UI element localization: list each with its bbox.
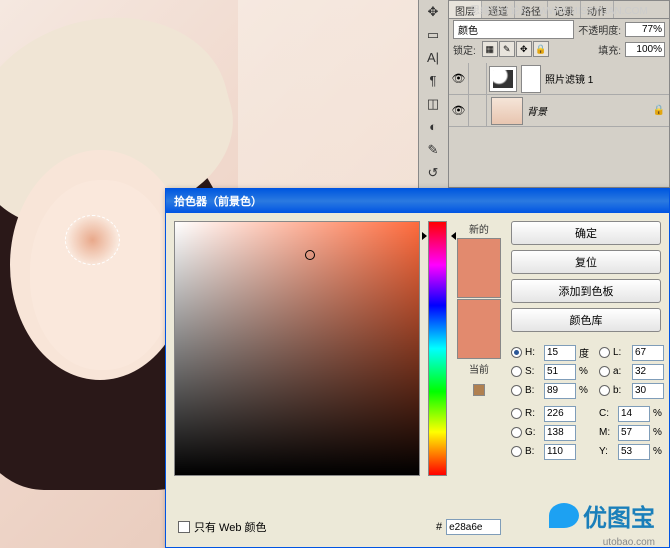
swatch-current[interactable] [457,299,501,359]
add-swatch-button[interactable]: 添加到色板 [511,279,661,303]
mask-thumb[interactable] [521,65,541,93]
radio-b[interactable] [511,385,522,396]
l-input[interactable] [632,345,664,361]
lock-icon: 🔒 [653,105,665,116]
tool-paragraph-icon[interactable]: ¶ [419,69,447,92]
watermark-text: 思缘设计论坛 · WWW.MISSYUAN.COM [470,2,648,17]
tools-strip: ✥ ▭ A| ¶ ◫ ◐ ✎ ↺ [418,0,448,188]
layers-panel: 图层 通道 路径 记录 动作 颜色 不透明度: 77% 锁定: ▦ ✎ ✥ 🔒 … [448,0,670,188]
sv-field[interactable] [174,221,420,476]
link-cell[interactable] [469,95,487,127]
logo-subdomain: utobao.com [603,537,655,548]
hex-input[interactable] [446,519,501,535]
fill-label: 填充: [598,42,621,57]
blend-mode-select[interactable]: 颜色 [453,20,574,39]
visibility-icon[interactable]: 👁 [449,95,469,127]
layer-name[interactable]: 照片滤镜 1 [545,71,669,86]
selection-marquee[interactable] [65,215,120,265]
radio-l[interactable] [599,347,610,358]
radio-s[interactable] [511,366,522,377]
lock-transparency-icon[interactable]: ▦ [482,41,498,57]
photo-face [30,180,175,370]
b-input[interactable] [544,383,576,399]
sv-cursor[interactable] [305,250,315,260]
new-label: 新的 [469,221,489,236]
adjustment-thumb[interactable] [489,66,517,92]
logo-text: 优图宝 [583,498,655,533]
web-only-label: 只有 Web 颜色 [194,519,267,535]
radio-g[interactable] [511,427,522,438]
tool-frame-icon[interactable]: ▭ [419,23,447,46]
y-input[interactable] [618,444,650,460]
radio-lab-b[interactable] [599,385,610,396]
layer-row[interactable]: 👁 照片滤镜 1 [449,63,669,95]
tool-history-icon[interactable]: ↺ [419,161,447,184]
websafe-cube-icon[interactable] [473,384,485,396]
site-logo: 优图宝 [549,498,655,533]
web-only-checkbox-row[interactable]: 只有 Web 颜色 [178,519,267,535]
web-only-checkbox[interactable] [178,521,190,533]
radio-bb[interactable] [511,446,522,457]
opacity-label: 不透明度: [578,22,621,37]
lock-label: 锁定: [453,42,476,57]
visibility-icon[interactable]: 👁 [449,63,469,95]
bb-input[interactable] [544,444,576,460]
link-cell[interactable] [469,63,487,95]
layer-name[interactable]: 背景 [527,103,653,118]
layer-row[interactable]: 👁 背景 🔒 [449,95,669,127]
m-input[interactable] [618,425,650,441]
hue-slider[interactable] [428,221,447,476]
g-input[interactable] [544,425,576,441]
a-input[interactable] [632,364,664,380]
current-label: 当前 [469,361,489,376]
hue-cursor[interactable] [424,232,454,238]
lab-b-input[interactable] [632,383,664,399]
tool-channels-icon[interactable]: ◐ [419,115,447,138]
lock-position-icon[interactable]: ✥ [516,41,532,57]
color-picker-dialog: 拾色器（前景色） 新的 当前 确定 复位 添加到色板 颜色库 H:度 S:% B… [165,188,670,548]
hex-hash: # [436,521,442,533]
tool-cursor-icon[interactable]: ✥ [419,0,447,23]
dialog-title[interactable]: 拾色器（前景色） [166,189,669,213]
swatch-new [457,238,501,298]
ok-button[interactable]: 确定 [511,221,661,245]
color-lib-button[interactable]: 颜色库 [511,308,661,332]
opacity-input[interactable]: 77% [625,22,665,37]
cancel-button[interactable]: 复位 [511,250,661,274]
tool-paths-icon[interactable]: ✎ [419,138,447,161]
layer-thumb[interactable] [491,97,523,125]
lock-pixels-icon[interactable]: ✎ [499,41,515,57]
s-input[interactable] [544,364,576,380]
radio-r[interactable] [511,408,522,419]
r-input[interactable] [544,406,576,422]
tool-layers-icon[interactable]: ◫ [419,92,447,115]
fill-input[interactable]: 100% [625,42,665,57]
lock-all-icon[interactable]: 🔒 [533,41,549,57]
tool-text-icon[interactable]: A| [419,46,447,69]
layers-list: 👁 照片滤镜 1 👁 图层 1 👁 背景 🔒 [449,63,669,127]
radio-h[interactable] [511,347,522,358]
h-input[interactable] [544,345,576,361]
c-input[interactable] [618,406,650,422]
radio-a[interactable] [599,366,610,377]
bird-icon [549,503,579,528]
